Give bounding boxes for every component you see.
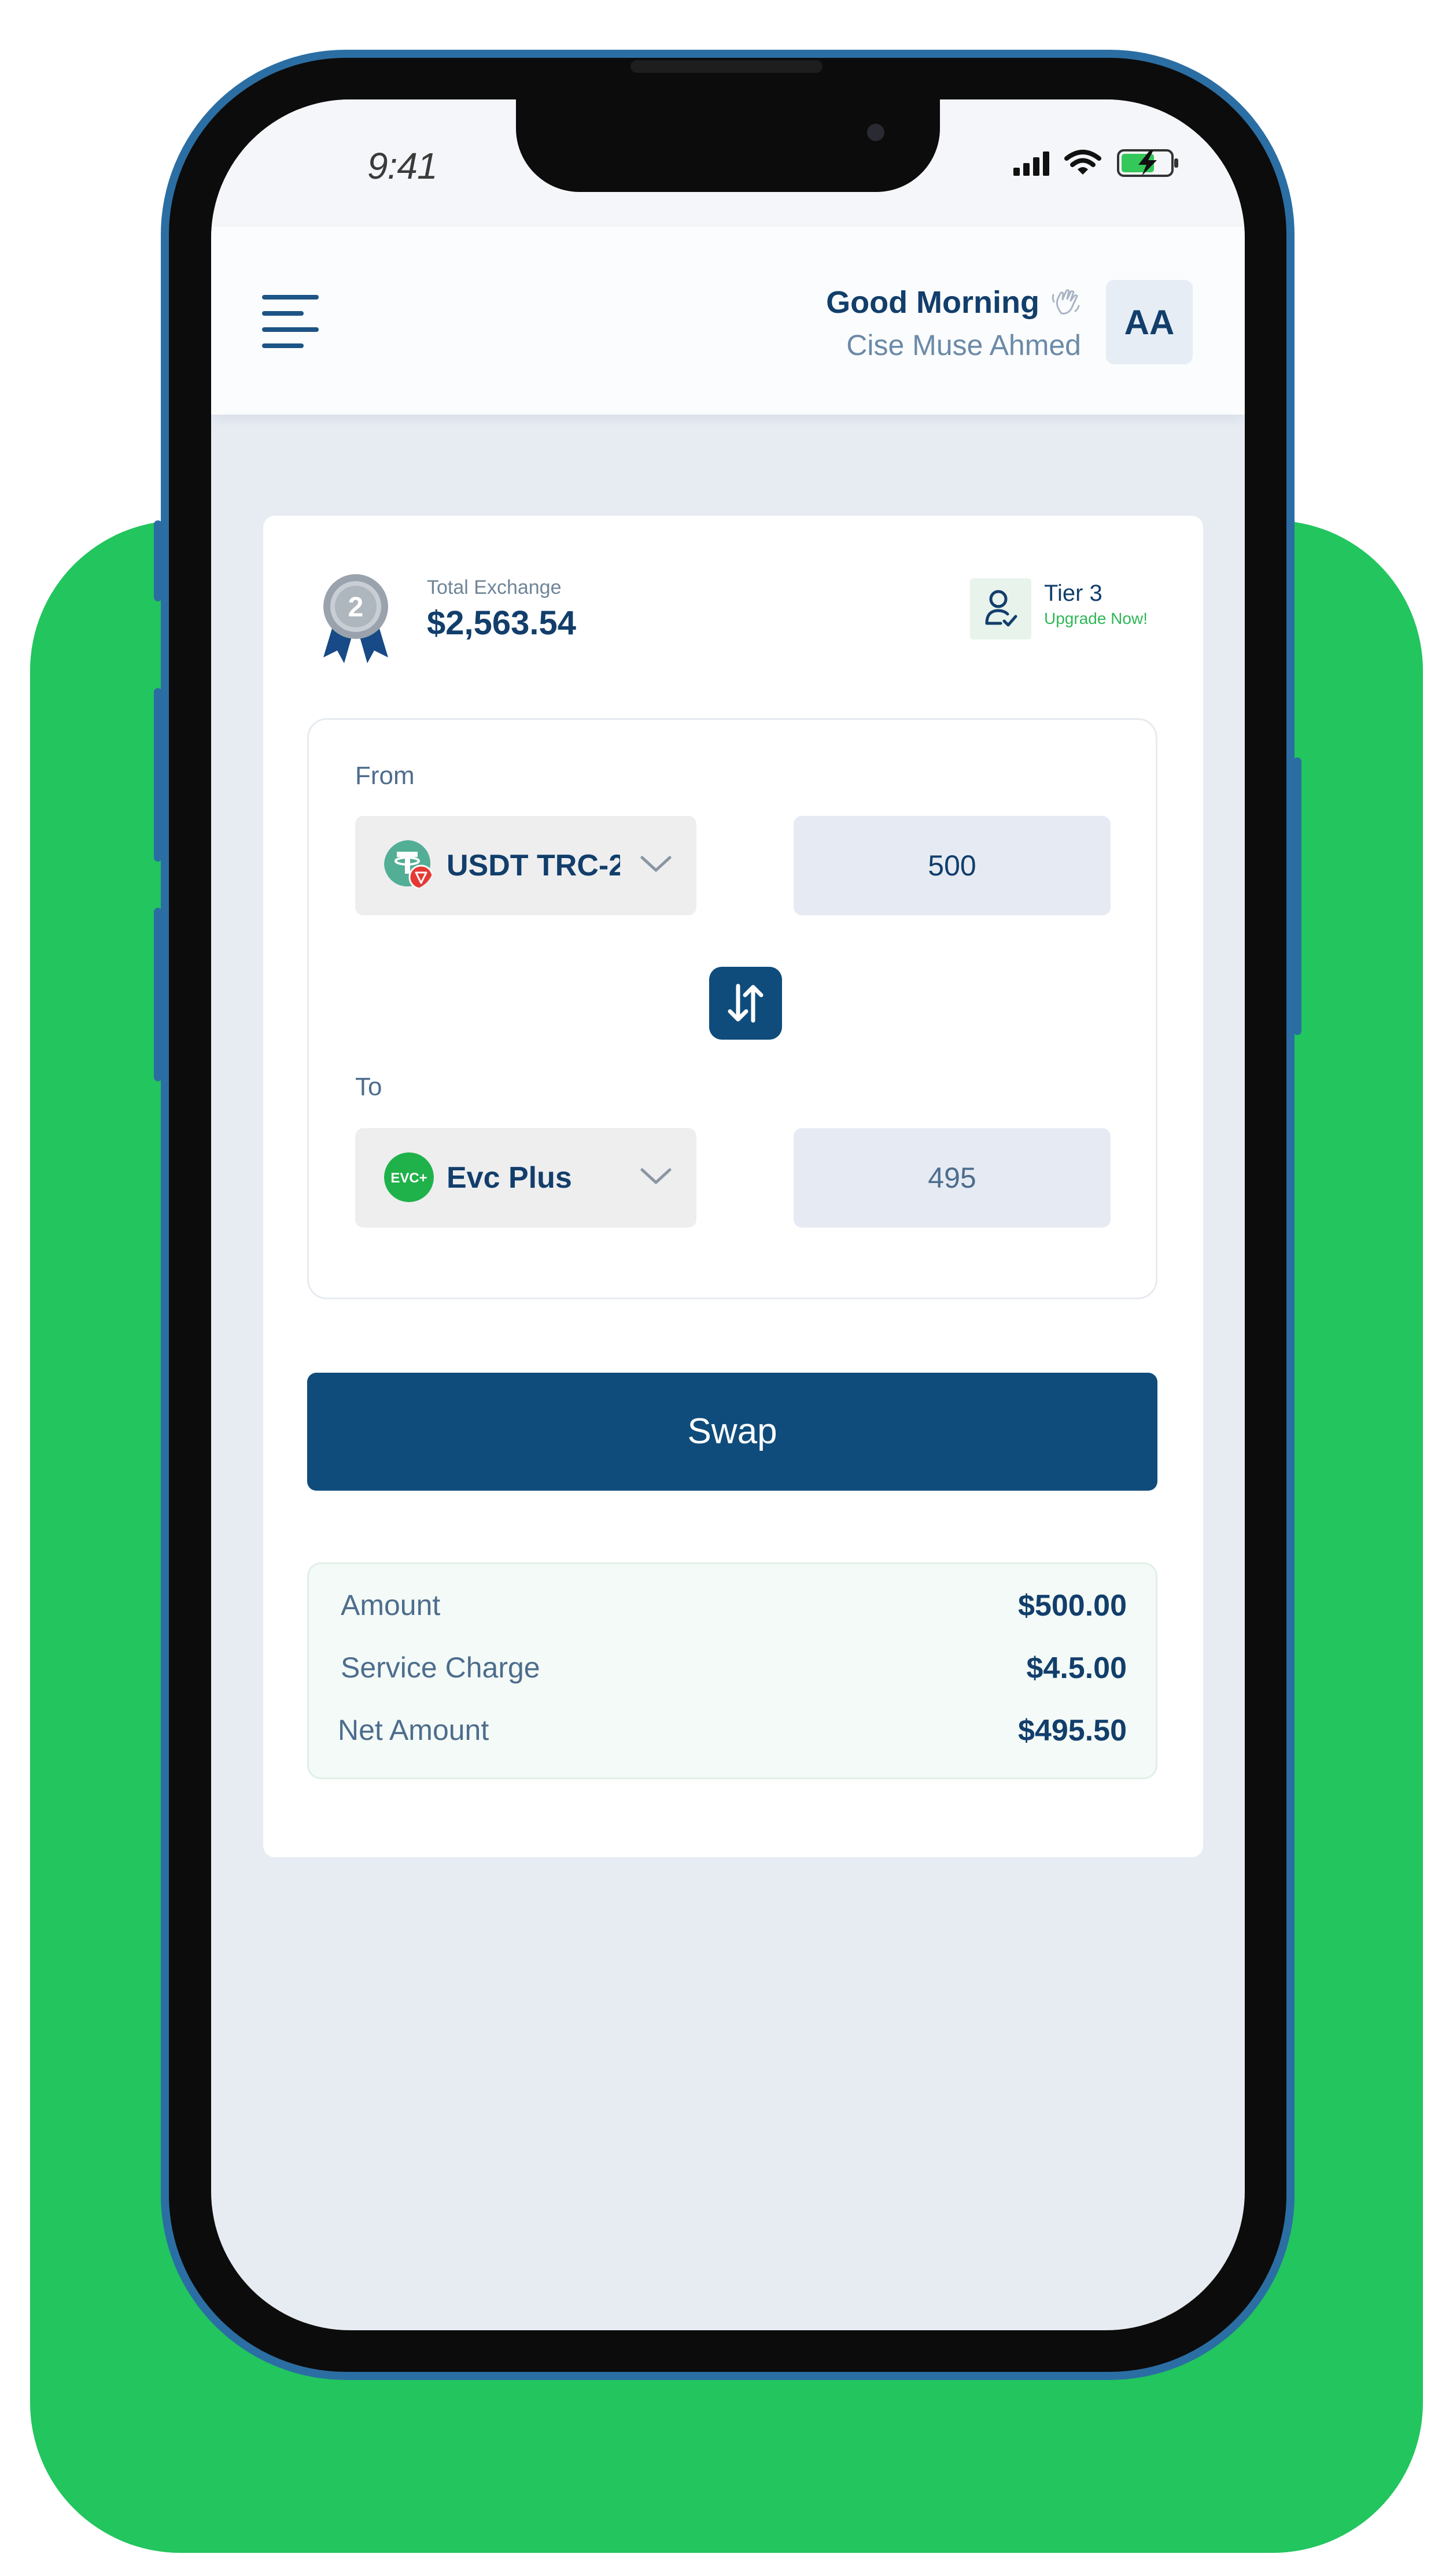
amount-value: $500.00 [1018,1589,1127,1623]
phone-notch [516,99,940,192]
menu-icon[interactable] [262,295,320,348]
to-currency-label: Evc Plus [447,1161,572,1195]
service-charge-value: $4.5.00 [1026,1651,1127,1685]
usdt-trc20-icon [384,840,434,890]
battery-charging-icon [1117,149,1178,177]
phone-speaker [630,60,823,73]
chevron-down-icon [640,856,672,872]
from-amount-input[interactable]: 500 [794,816,1111,915]
net-amount-value: $495.50 [1018,1714,1127,1747]
to-label: To [355,1073,382,1101]
status-time: 9:41 [367,145,438,187]
swap-button[interactable]: Swap [307,1373,1157,1491]
phone-silent-switch [154,520,162,601]
front-camera [867,124,884,141]
medal-icon: 2 [323,574,388,663]
evc-plus-icon: EVC+ [384,1152,434,1202]
total-exchange-label: Total Exchange [427,576,562,598]
total-exchange-value: $2,563.54 [427,604,577,642]
swap-direction-button[interactable] [709,967,782,1040]
greeting: Good Morning [826,284,1081,320]
greeting-block: Good Morning Cise Muse Ahmed [826,284,1081,362]
app-screen: 9:41 Good Morning Cise Muse Ahmed AA 2 T… [211,99,1245,2330]
phone-volume-up [154,688,162,862]
to-currency-select[interactable]: EVC+ Evc Plus [355,1128,696,1228]
chevron-down-icon [640,1168,672,1184]
service-charge-label: Service Charge [341,1651,540,1684]
status-icons [1013,148,1181,178]
amount-label: Amount [341,1589,441,1621]
swap-form: From USDT TRC-20 500 [307,718,1157,1299]
exchange-card: 2 Total Exchange $2,563.54 Tier 3 Upgrad… [263,516,1203,1857]
amount-breakdown: Amount $500.00 Service Charge $4.5.00 Ne… [307,1562,1157,1779]
net-amount-label: Net Amount [338,1714,489,1746]
wifi-icon [1064,150,1101,175]
app-header: Good Morning Cise Muse Ahmed AA [211,227,1245,415]
from-currency-label: USDT TRC-20 [447,849,620,882]
user-check-icon [985,590,1017,627]
from-label: From [355,762,415,790]
from-currency-select[interactable]: USDT TRC-20 [355,816,696,915]
to-amount-input[interactable]: 495 [794,1128,1111,1228]
phone-power-button [1293,757,1301,1035]
greeting-text: Good Morning [826,285,1039,320]
cellular-signal-icon [1013,150,1049,176]
phone-volume-down [154,908,162,1081]
avatar[interactable]: AA [1106,280,1193,364]
waving-hand-icon [1052,289,1080,315]
swap-arrows-icon [728,984,764,1023]
upgrade-link[interactable]: Upgrade Now! [1044,609,1148,628]
user-name: Cise Muse Ahmed [846,329,1081,361]
svg-text:2: 2 [348,592,364,623]
tier-label: Tier 3 [1044,581,1102,606]
evc-badge-text: EVC+ [390,1170,427,1186]
tier-badge[interactable] [970,578,1031,640]
